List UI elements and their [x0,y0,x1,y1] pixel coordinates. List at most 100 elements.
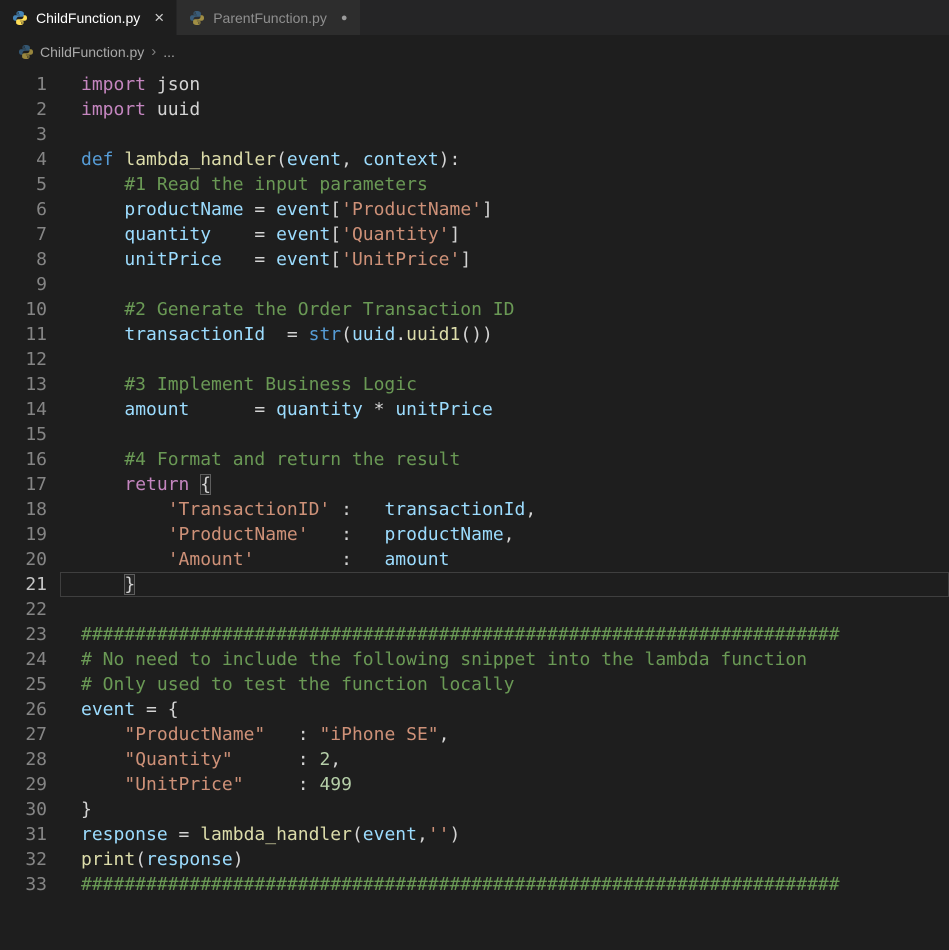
code-line[interactable]: 13 #3 Implement Business Logic [0,372,949,397]
code-token: ) [233,849,244,870]
python-file-icon [189,10,205,26]
code-token: } [81,799,92,820]
code-line-content[interactable] [60,122,949,147]
code-line[interactable]: 24# No need to include the following sni… [0,647,949,672]
code-token: def [81,149,114,170]
code-line[interactable]: 21 } [0,572,949,597]
breadcrumb[interactable]: ChildFunction.py › ... [0,35,949,68]
code-line[interactable]: 20 'Amount' : amount [0,547,949,572]
code-line-content[interactable]: print(response) [60,847,949,872]
code-line[interactable]: 4def lambda_handler(event, context): [0,147,949,172]
code-line-content[interactable]: import json [60,72,949,97]
code-line-content[interactable]: productName = event['ProductName'] [60,197,949,222]
code-line[interactable]: 32print(response) [0,847,949,872]
code-line[interactable]: 17 return { [0,472,949,497]
code-line-content[interactable]: transactionId = str(uuid.uuid1()) [60,322,949,347]
code-line-content[interactable]: } [60,572,949,597]
code-line[interactable]: 29 "UnitPrice" : 499 [0,772,949,797]
code-line[interactable]: 10 #2 Generate the Order Transaction ID [0,297,949,322]
code-editor[interactable]: 1import json2import uuid34def lambda_han… [0,68,949,897]
code-line[interactable]: 30} [0,797,949,822]
code-token: lambda_handler [124,149,276,170]
modified-dot-icon[interactable]: ● [341,12,348,24]
code-line[interactable]: 25# Only used to test the function local… [0,672,949,697]
code-line[interactable]: 9 [0,272,949,297]
code-line[interactable]: 18 'TransactionID' : transactionId, [0,497,949,522]
code-token: : [309,524,385,545]
code-line[interactable]: 6 productName = event['ProductName'] [0,197,949,222]
code-line[interactable]: 5 #1 Read the input parameters [0,172,949,197]
code-token: '' [428,824,450,845]
code-line[interactable]: 28 "Quantity" : 2, [0,747,949,772]
line-number: 28 [0,747,47,772]
code-line-content[interactable]: 'ProductName' : productName, [60,522,949,547]
code-token: . [395,324,406,345]
breadcrumb-file[interactable]: ChildFunction.py [40,44,144,60]
code-line-content[interactable]: #1 Read the input parameters [60,172,949,197]
code-line-content[interactable]: 'Amount' : amount [60,547,949,572]
code-token: #3 Implement Business Logic [81,374,417,395]
code-token: 'TransactionID' [168,499,331,520]
code-line-content[interactable]: #2 Generate the Order Transaction ID [60,297,949,322]
code-line[interactable]: 15 [0,422,949,447]
code-line-content[interactable]: amount = quantity * unitPrice [60,397,949,422]
code-line-content[interactable]: event = { [60,697,949,722]
code-line-content[interactable]: quantity = event['Quantity'] [60,222,949,247]
code-line-content[interactable]: 'TransactionID' : transactionId, [60,497,949,522]
code-line-content[interactable]: response = lambda_handler(event,'') [60,822,949,847]
code-line-content[interactable]: unitPrice = event['UnitPrice'] [60,247,949,272]
code-line[interactable]: 23######################################… [0,622,949,647]
code-line-content[interactable]: # Only used to test the function locally [60,672,949,697]
tab-bar: ChildFunction.py × ParentFunction.py ● [0,0,949,35]
code-line-content[interactable]: ########################################… [60,622,949,647]
code-line[interactable]: 7 quantity = event['Quantity'] [0,222,949,247]
code-line[interactable]: 3 [0,122,949,147]
code-line[interactable]: 31response = lambda_handler(event,'') [0,822,949,847]
line-number: 29 [0,772,47,797]
code-token: = { [135,699,178,720]
code-line[interactable]: 19 'ProductName' : productName, [0,522,949,547]
code-token: json [146,74,200,95]
code-line-content[interactable]: def lambda_handler(event, context): [60,147,949,172]
code-line-content[interactable] [60,597,949,622]
code-line-content[interactable]: return { [60,472,949,497]
code-token: , [330,749,341,770]
code-line-content[interactable]: #4 Format and return the result [60,447,949,472]
code-line-content[interactable]: "ProductName" : "iPhone SE", [60,722,949,747]
code-line-content[interactable]: "UnitPrice" : 499 [60,772,949,797]
code-line[interactable]: 2import uuid [0,97,949,122]
breadcrumb-ellipsis[interactable]: ... [163,44,175,60]
code-line[interactable]: 12 [0,347,949,372]
code-line[interactable]: 22 [0,597,949,622]
code-line-content[interactable] [60,422,949,447]
tab-childfunction[interactable]: ChildFunction.py × [0,0,176,35]
code-line-content[interactable]: } [60,797,949,822]
code-token: productName [384,524,503,545]
line-number: 15 [0,422,47,447]
code-line[interactable]: 14 amount = quantity * unitPrice [0,397,949,422]
code-line[interactable]: 33 ######################################… [0,872,949,897]
line-number: 14 [0,397,47,422]
tab-label: ParentFunction.py [213,10,327,26]
code-line[interactable]: 1import json [0,72,949,97]
line-number: 33 [0,872,47,897]
code-line[interactable]: 11 transactionId = str(uuid.uuid1()) [0,322,949,347]
code-line[interactable]: 26event = { [0,697,949,722]
line-number: 6 [0,197,47,222]
code-token: ()) [460,324,493,345]
code-line[interactable]: 16 #4 Format and return the result [0,447,949,472]
close-icon[interactable]: × [154,9,164,26]
code-token: event [276,199,330,220]
code-line-content[interactable]: #3 Implement Business Logic [60,372,949,397]
code-line-content[interactable]: "Quantity" : 2, [60,747,949,772]
code-line[interactable]: 27 "ProductName" : "iPhone SE", [0,722,949,747]
code-token [81,574,124,595]
code-token: event [287,149,341,170]
code-line-content[interactable]: import uuid [60,97,949,122]
code-line-content[interactable] [60,272,949,297]
code-line-content[interactable]: # No need to include the following snipp… [60,647,949,672]
code-line-content[interactable]: ########################################… [60,872,949,897]
code-line-content[interactable] [60,347,949,372]
code-line[interactable]: 8 unitPrice = event['UnitPrice'] [0,247,949,272]
tab-parentfunction[interactable]: ParentFunction.py ● [176,0,359,35]
